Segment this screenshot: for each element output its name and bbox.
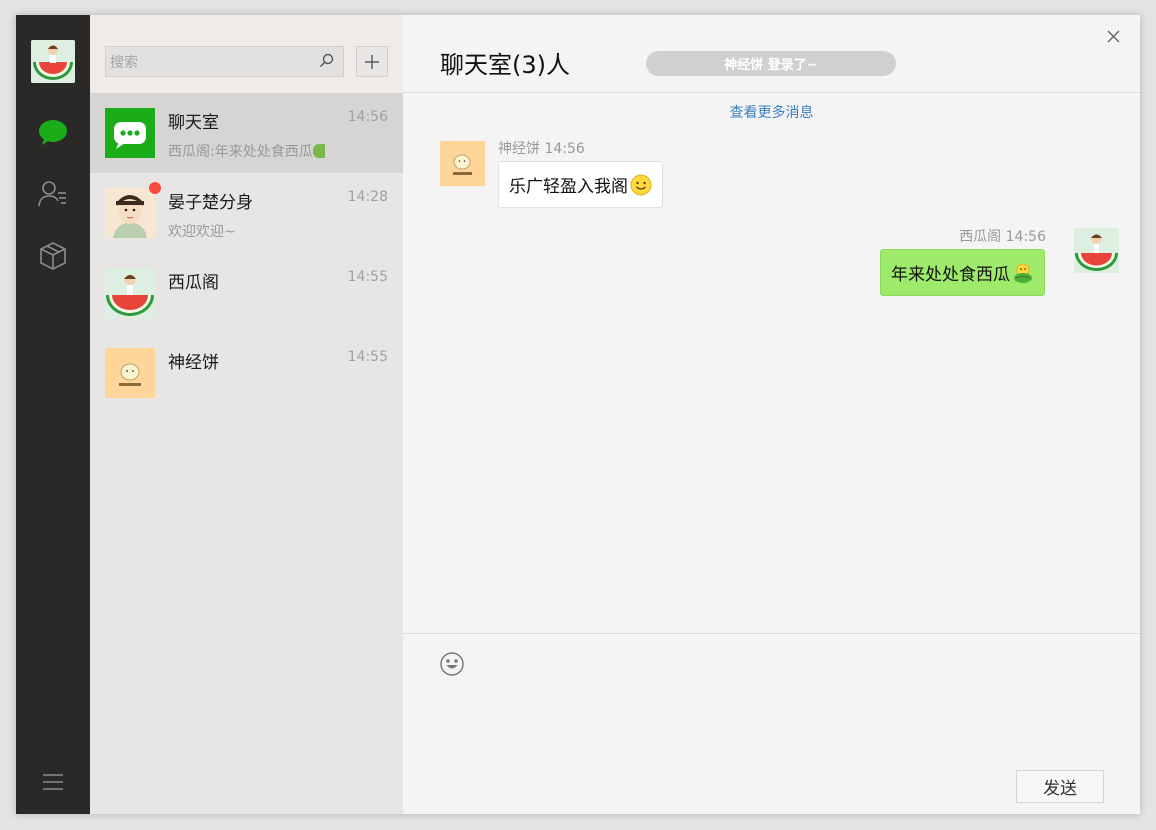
favorites-box-icon[interactable] [38,241,68,271]
session-name: 聊天室 [168,113,219,133]
emoji-icon[interactable] [439,651,465,681]
session-name: 神经饼 [168,353,219,373]
contacts-icon[interactable] [38,178,68,208]
chat-header: 聊天室(3)人 神经饼 登录了~ [403,15,1140,93]
message-bubble: 乐广轻盈入我阁 [498,161,663,208]
contact-avatar [105,348,155,398]
message-avatar[interactable] [440,141,485,186]
session-item-shenjingbing[interactable]: 神经饼 14:55 [90,333,403,413]
group-chat-avatar [105,108,155,158]
session-time: 14:28 [347,189,388,205]
my-avatar[interactable] [31,40,75,83]
nav-bar [16,15,90,814]
message-avatar[interactable] [1074,228,1119,273]
menu-icon[interactable] [38,767,68,797]
chat-title: 聊天室(3)人 [440,51,570,79]
session-item-chatroom[interactable]: 聊天室 14:56 西瓜阁:年来处处食西瓜 [90,93,403,173]
load-more-link[interactable]: 查看更多消息 [403,102,1140,122]
status-notice: 神经饼 登录了~ [646,51,896,76]
session-list-header: 搜索 [90,15,403,93]
session-time: 14:55 [347,349,388,365]
session-time: 14:55 [347,269,388,285]
app-window: 搜索 聊天室 14:56 西瓜阁:年来处处食西瓜 晏子楚分身 14:28 欢迎欢… [16,15,1140,814]
watermelon-emoji-icon [312,144,325,158]
plus-icon [365,54,379,69]
search-field[interactable]: 搜索 [105,46,344,77]
search-icon[interactable] [319,53,334,72]
session-name: 西瓜阁 [168,273,219,293]
melon-emoji-icon [1012,262,1034,284]
search-input[interactable]: 搜索 [110,52,343,72]
contact-avatar [105,188,155,238]
add-button[interactable] [356,46,388,77]
unread-badge [149,182,161,194]
close-icon[interactable] [1104,27,1122,45]
chat-icon[interactable] [38,117,68,147]
session-item-yanzichu[interactable]: 晏子楚分身 14:28 欢迎欢迎~ [90,173,403,253]
chat-panel: 聊天室(3)人 神经饼 登录了~ 查看更多消息 神经饼 14:56 乐广轻盈入我… [403,15,1140,814]
contact-avatar [105,268,155,318]
smile-emoji-icon [630,174,652,196]
message-input-area[interactable]: 发送 [403,633,1140,814]
message-meta: 西瓜阁 14:56 [959,229,1046,245]
session-preview: 西瓜阁:年来处处食西瓜 [168,141,338,161]
session-time: 14:56 [347,109,388,125]
message-meta: 神经饼 14:56 [498,141,585,157]
session-name: 晏子楚分身 [168,193,253,213]
send-button[interactable]: 发送 [1016,770,1104,803]
session-preview: 欢迎欢迎~ [168,224,236,240]
message-bubble: 年来处处食西瓜 [880,249,1045,296]
session-list: 搜索 聊天室 14:56 西瓜阁:年来处处食西瓜 晏子楚分身 14:28 欢迎欢… [90,15,403,814]
session-item-xiguage[interactable]: 西瓜阁 14:55 [90,253,403,333]
